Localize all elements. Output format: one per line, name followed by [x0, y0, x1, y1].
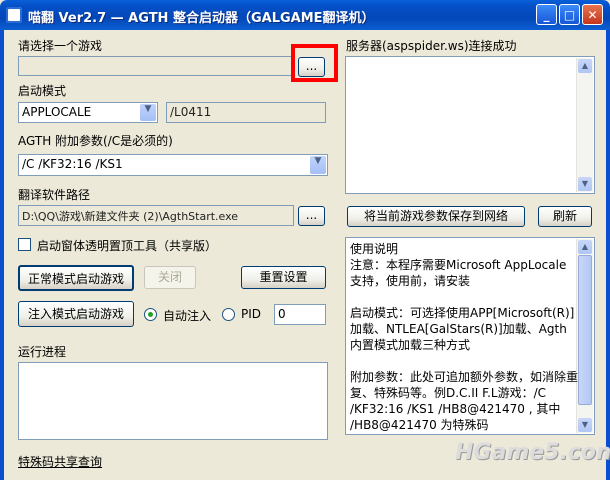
translator-path-field[interactable]: D:\QQ\游戏\新建文件夹 (2)\AgthStart.exe — [18, 205, 294, 226]
auto-inject-radio[interactable] — [144, 308, 157, 321]
pid-radio[interactable] — [222, 308, 235, 321]
window-frame-left — [0, 30, 4, 480]
transparent-tool-checkbox[interactable] — [18, 238, 31, 251]
scroll-up-icon[interactable]: ▲ — [578, 240, 592, 254]
process-label: 运行进程 — [18, 345, 67, 359]
game-path-field[interactable] — [18, 56, 294, 76]
game-label: 请选择一个游戏 — [18, 39, 103, 53]
translator-path-label: 翻译软件路径 — [18, 188, 91, 202]
title-bar[interactable]: 喵翻 Ver2.7 — AGTH 整合启动器（GALGAME翻译机） _ □ ✕ — [0, 0, 610, 30]
minimize-button[interactable]: _ — [536, 4, 557, 25]
chevron-down-icon[interactable]: ▼ — [140, 104, 156, 121]
server-status-label: 服务器(aspspider.ws)连接成功 — [346, 39, 517, 53]
launch-mode-label: 启动模式 — [18, 84, 67, 98]
agth-params-value: /C /KF32:16 /KS1 — [22, 157, 123, 171]
window-title: 喵翻 Ver2.7 — AGTH 整合启动器（GALGAME翻译机） — [28, 11, 375, 26]
radio-selected-dot — [148, 312, 153, 317]
pid-label: PID — [241, 307, 262, 321]
window-frame-right — [606, 30, 610, 480]
launch-mode-value: APPLOCALE — [22, 105, 92, 119]
help-scrollbar[interactable]: ▲ ▼ — [576, 239, 593, 433]
inject-launch-button[interactable]: 注入模式启动游戏 — [18, 301, 134, 327]
translator-browse-button[interactable]: ... — [298, 206, 325, 226]
agth-params-label: AGTH 附加参数(/C是必须的) — [18, 134, 173, 148]
chevron-down-icon[interactable]: ▼ — [310, 156, 326, 174]
scroll-down-icon[interactable]: ▼ — [578, 418, 592, 432]
server-log-scrollbar[interactable]: ▲ ▼ — [576, 58, 593, 192]
scroll-down-icon[interactable]: ▼ — [578, 177, 592, 191]
maximize-button[interactable]: □ — [559, 4, 580, 25]
watermark: HGame5.com — [455, 440, 610, 465]
refresh-button[interactable]: 刷新 — [538, 206, 592, 227]
pid-input[interactable]: 0 — [274, 304, 326, 325]
close-game-button: 关闭 — [144, 266, 196, 289]
launch-mode-select[interactable]: APPLOCALE ▼ — [18, 102, 158, 123]
auto-inject-label: 自动注入 — [163, 309, 212, 323]
help-text: 使用说明 注意：本程序需要Microsoft AppLocale支持，使用前，请… — [350, 242, 579, 432]
highlight-box — [291, 44, 338, 82]
app-icon — [6, 7, 22, 23]
launch-mode-param[interactable]: /L0411 — [166, 102, 326, 123]
process-list[interactable] — [18, 362, 328, 440]
close-button[interactable]: ✕ — [582, 4, 603, 25]
server-log-box[interactable]: ▲ ▼ — [345, 56, 595, 194]
scroll-thumb[interactable] — [578, 255, 592, 405]
agth-params-select[interactable]: /C /KF32:16 /KS1 ▼ — [18, 154, 328, 176]
save-params-button[interactable]: 将当前游戏参数保存到网络 — [347, 206, 525, 227]
normal-launch-button[interactable]: 正常模式启动游戏 — [18, 265, 134, 291]
reset-settings-button[interactable]: 重置设置 — [241, 266, 326, 289]
special-code-query-link[interactable]: 特殊码共享查询 — [18, 453, 102, 470]
scroll-up-icon[interactable]: ▲ — [578, 59, 592, 73]
transparent-tool-label: 启动窗体透明置顶工具（共享版） — [37, 239, 218, 253]
